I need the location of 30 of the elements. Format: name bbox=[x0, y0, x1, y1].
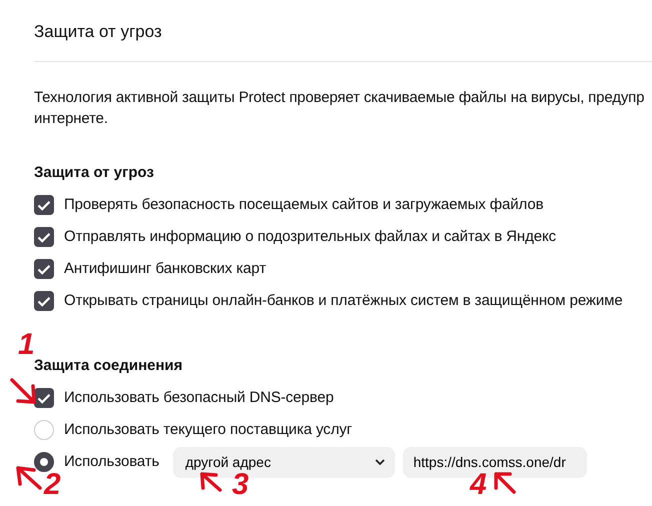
annotation-arrow bbox=[10, 378, 36, 404]
page-title: Защита от угроз bbox=[34, 21, 163, 43]
checkbox[interactable] bbox=[34, 388, 54, 408]
radio-label: Использовать текущего поставщика услуг bbox=[64, 420, 352, 440]
annotation-arrow bbox=[200, 472, 222, 492]
description-text: интернете. bbox=[34, 109, 109, 129]
checkbox[interactable] bbox=[34, 195, 54, 215]
checkbox-label: Использовать безопасный DNS-сервер bbox=[64, 388, 334, 408]
checkbox[interactable] bbox=[34, 259, 54, 279]
section-heading: Защита от угроз bbox=[34, 163, 155, 183]
annotation-number: 2 bbox=[44, 470, 61, 500]
checkbox-label: Открывать страницы онлайн-банков и платёжных систем в защищённом режиме bbox=[64, 290, 623, 311]
tick-icon bbox=[37, 264, 51, 274]
section-heading: Защита соединения bbox=[34, 356, 184, 376]
annotation-arrow bbox=[16, 466, 42, 490]
tick-icon bbox=[37, 232, 51, 242]
checkbox-label: Антифишинг банковских карт bbox=[64, 258, 266, 279]
checkbox-label: Отправлять информацию о подозрительных файлах и сайтах в Яндекс bbox=[64, 226, 556, 247]
caret-icon bbox=[375, 459, 386, 465]
annotation-arrow bbox=[494, 472, 516, 494]
tick-icon bbox=[37, 200, 51, 210]
radio-button[interactable] bbox=[34, 452, 54, 472]
tick-icon bbox=[37, 392, 51, 404]
tick-icon bbox=[37, 296, 51, 306]
radio-label: Использовать bbox=[64, 452, 160, 472]
checkbox[interactable] bbox=[34, 227, 54, 247]
annotation-number: 1 bbox=[18, 330, 35, 360]
checkbox[interactable] bbox=[34, 291, 54, 311]
checkbox-label: Проверять безопасность посещаемых сайтов и загружаемых файлов bbox=[64, 194, 544, 215]
description-text: Технология активной защиты Protect проверяет скачиваемые файлы на вирусы, предупр bbox=[34, 88, 646, 108]
